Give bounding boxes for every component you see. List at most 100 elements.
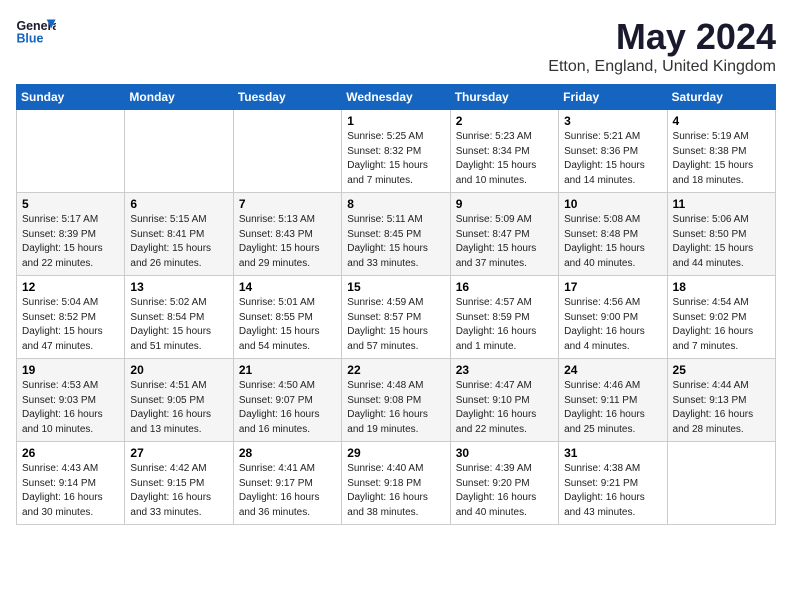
day-cell-29: 29Sunrise: 4:40 AM Sunset: 9:18 PM Dayli… <box>342 442 450 525</box>
day-info: Sunrise: 4:43 AM Sunset: 9:14 PM Dayligh… <box>22 462 119 520</box>
day-info: Sunrise: 5:21 AM Sunset: 8:36 PM Dayligh… <box>564 130 661 188</box>
day-info: Sunrise: 5:23 AM Sunset: 8:34 PM Dayligh… <box>456 130 553 188</box>
day-cell-4: 4 Sunrise: 5:19 AM Sunset: 8:38 PM Daylig… <box>667 110 775 193</box>
empty-cell <box>667 442 775 525</box>
day-cell-15: 15 Sunrise: 4:59 AM Sunset: 8:57 PM Dayli… <box>342 276 450 359</box>
day-info: Sunrise: 5:17 AM Sunset: 8:39 PM Dayligh… <box>22 213 119 271</box>
day-number: 16 <box>456 280 553 294</box>
page-header: General Blue May 2024 Etton, England, Un… <box>16 16 776 76</box>
day-cell-2: 2Sunrise: 5:23 AM Sunset: 8:34 PM Daylig… <box>450 110 558 193</box>
day-info: Sunrise: 4:40 AM Sunset: 9:18 PM Dayligh… <box>347 462 444 520</box>
day-number: 27 <box>130 446 227 460</box>
day-info: Sunrise: 4:48 AM Sunset: 9:08 PM Dayligh… <box>347 379 444 437</box>
day-number: 21 <box>239 363 336 377</box>
day-cell-11: 11 Sunrise: 5:06 AM Sunset: 8:50 PM Dayli… <box>667 193 775 276</box>
day-info: Sunrise: 4:51 AM Sunset: 9:05 PM Dayligh… <box>130 379 227 437</box>
day-info: Sunrise: 4:38 AM Sunset: 9:21 PM Dayligh… <box>564 462 661 520</box>
day-number: 7 <box>239 197 336 211</box>
day-number: 3 <box>564 114 661 128</box>
day-number: 1 <box>347 114 444 128</box>
day-number: 22 <box>347 363 444 377</box>
empty-cell <box>233 110 341 193</box>
day-number: 9 <box>456 197 553 211</box>
day-info: Sunrise: 4:39 AM Sunset: 9:20 PM Dayligh… <box>456 462 553 520</box>
day-number: 18 <box>673 280 770 294</box>
day-number: 26 <box>22 446 119 460</box>
day-number: 4 <box>673 114 770 128</box>
day-number: 28 <box>239 446 336 460</box>
day-info: Sunrise: 5:11 AM Sunset: 8:45 PM Dayligh… <box>347 213 444 271</box>
day-number: 15 <box>347 280 444 294</box>
day-number: 12 <box>22 280 119 294</box>
day-info: Sunrise: 4:50 AM Sunset: 9:07 PM Dayligh… <box>239 379 336 437</box>
day-info: Sunrise: 4:59 AM Sunset: 8:57 PM Dayligh… <box>347 296 444 354</box>
weekday-header-friday: Friday <box>559 85 667 110</box>
day-number: 31 <box>564 446 661 460</box>
day-number: 13 <box>130 280 227 294</box>
weekday-header-monday: Monday <box>125 85 233 110</box>
day-number: 10 <box>564 197 661 211</box>
day-info: Sunrise: 4:47 AM Sunset: 9:10 PM Dayligh… <box>456 379 553 437</box>
day-number: 20 <box>130 363 227 377</box>
day-info: Sunrise: 4:57 AM Sunset: 8:59 PM Dayligh… <box>456 296 553 354</box>
day-cell-3: 3 Sunrise: 5:21 AM Sunset: 8:36 PM Daylig… <box>559 110 667 193</box>
day-info: Sunrise: 5:08 AM Sunset: 8:48 PM Dayligh… <box>564 213 661 271</box>
logo-icon: General Blue <box>16 16 56 48</box>
title-section: May 2024 Etton, England, United Kingdom <box>548 16 776 76</box>
day-info: Sunrise: 4:56 AM Sunset: 9:00 PM Dayligh… <box>564 296 661 354</box>
day-cell-12: 12Sunrise: 5:04 AM Sunset: 8:52 PM Dayli… <box>17 276 125 359</box>
day-cell-24: 24 Sunrise: 4:46 AM Sunset: 9:11 PM Dayli… <box>559 359 667 442</box>
day-cell-31: 31 Sunrise: 4:38 AM Sunset: 9:21 PM Dayli… <box>559 442 667 525</box>
day-number: 5 <box>22 197 119 211</box>
week-row-3: 12Sunrise: 5:04 AM Sunset: 8:52 PM Dayli… <box>17 276 776 359</box>
day-cell-30: 30 Sunrise: 4:39 AM Sunset: 9:20 PM Dayli… <box>450 442 558 525</box>
day-number: 19 <box>22 363 119 377</box>
day-info: Sunrise: 5:13 AM Sunset: 8:43 PM Dayligh… <box>239 213 336 271</box>
logo: General Blue <box>16 16 56 48</box>
day-info: Sunrise: 4:53 AM Sunset: 9:03 PM Dayligh… <box>22 379 119 437</box>
day-cell-6: 6Sunrise: 5:15 AM Sunset: 8:41 PM Daylig… <box>125 193 233 276</box>
day-info: Sunrise: 5:19 AM Sunset: 8:38 PM Dayligh… <box>673 130 770 188</box>
day-info: Sunrise: 4:44 AM Sunset: 9:13 PM Dayligh… <box>673 379 770 437</box>
day-info: Sunrise: 4:46 AM Sunset: 9:11 PM Dayligh… <box>564 379 661 437</box>
day-number: 23 <box>456 363 553 377</box>
svg-text:Blue: Blue <box>16 32 43 46</box>
day-info: Sunrise: 5:09 AM Sunset: 8:47 PM Dayligh… <box>456 213 553 271</box>
day-cell-22: 22 Sunrise: 4:48 AM Sunset: 9:08 PM Dayli… <box>342 359 450 442</box>
location-title: Etton, England, United Kingdom <box>548 58 776 76</box>
day-info: Sunrise: 5:25 AM Sunset: 8:32 PM Dayligh… <box>347 130 444 188</box>
day-cell-9: 9 Sunrise: 5:09 AM Sunset: 8:47 PM Daylig… <box>450 193 558 276</box>
day-info: Sunrise: 5:06 AM Sunset: 8:50 PM Dayligh… <box>673 213 770 271</box>
day-cell-7: 7 Sunrise: 5:13 AM Sunset: 8:43 PM Daylig… <box>233 193 341 276</box>
week-row-5: 26 Sunrise: 4:43 AM Sunset: 9:14 PM Dayli… <box>17 442 776 525</box>
day-cell-5: 5 Sunrise: 5:17 AM Sunset: 8:39 PM Daylig… <box>17 193 125 276</box>
day-cell-27: 27 Sunrise: 4:42 AM Sunset: 9:15 PM Dayli… <box>125 442 233 525</box>
weekday-header-thursday: Thursday <box>450 85 558 110</box>
day-cell-8: 8Sunrise: 5:11 AM Sunset: 8:45 PM Daylig… <box>342 193 450 276</box>
day-number: 30 <box>456 446 553 460</box>
day-number: 6 <box>130 197 227 211</box>
week-row-4: 19 Sunrise: 4:53 AM Sunset: 9:03 PM Dayli… <box>17 359 776 442</box>
day-cell-26: 26 Sunrise: 4:43 AM Sunset: 9:14 PM Dayli… <box>17 442 125 525</box>
day-cell-14: 14Sunrise: 5:01 AM Sunset: 8:55 PM Dayli… <box>233 276 341 359</box>
day-cell-20: 20 Sunrise: 4:51 AM Sunset: 9:05 PM Dayli… <box>125 359 233 442</box>
week-row-2: 5 Sunrise: 5:17 AM Sunset: 8:39 PM Daylig… <box>17 193 776 276</box>
empty-cell <box>125 110 233 193</box>
day-info: Sunrise: 4:54 AM Sunset: 9:02 PM Dayligh… <box>673 296 770 354</box>
day-cell-19: 19 Sunrise: 4:53 AM Sunset: 9:03 PM Dayli… <box>17 359 125 442</box>
day-cell-1: 1 Sunrise: 5:25 AM Sunset: 8:32 PM Daylig… <box>342 110 450 193</box>
calendar: SundayMondayTuesdayWednesdayThursdayFrid… <box>16 84 776 525</box>
week-row-1: 1 Sunrise: 5:25 AM Sunset: 8:32 PM Daylig… <box>17 110 776 193</box>
weekday-header-tuesday: Tuesday <box>233 85 341 110</box>
day-info: Sunrise: 4:42 AM Sunset: 9:15 PM Dayligh… <box>130 462 227 520</box>
day-cell-17: 17 Sunrise: 4:56 AM Sunset: 9:00 PM Dayli… <box>559 276 667 359</box>
day-number: 17 <box>564 280 661 294</box>
weekday-header-sunday: Sunday <box>17 85 125 110</box>
day-cell-10: 10 Sunrise: 5:08 AM Sunset: 8:48 PM Dayli… <box>559 193 667 276</box>
day-cell-16: 16 Sunrise: 4:57 AM Sunset: 8:59 PM Dayli… <box>450 276 558 359</box>
day-number: 24 <box>564 363 661 377</box>
day-number: 11 <box>673 197 770 211</box>
weekday-header-wednesday: Wednesday <box>342 85 450 110</box>
day-number: 14 <box>239 280 336 294</box>
day-cell-21: 21 Sunrise: 4:50 AM Sunset: 9:07 PM Dayli… <box>233 359 341 442</box>
